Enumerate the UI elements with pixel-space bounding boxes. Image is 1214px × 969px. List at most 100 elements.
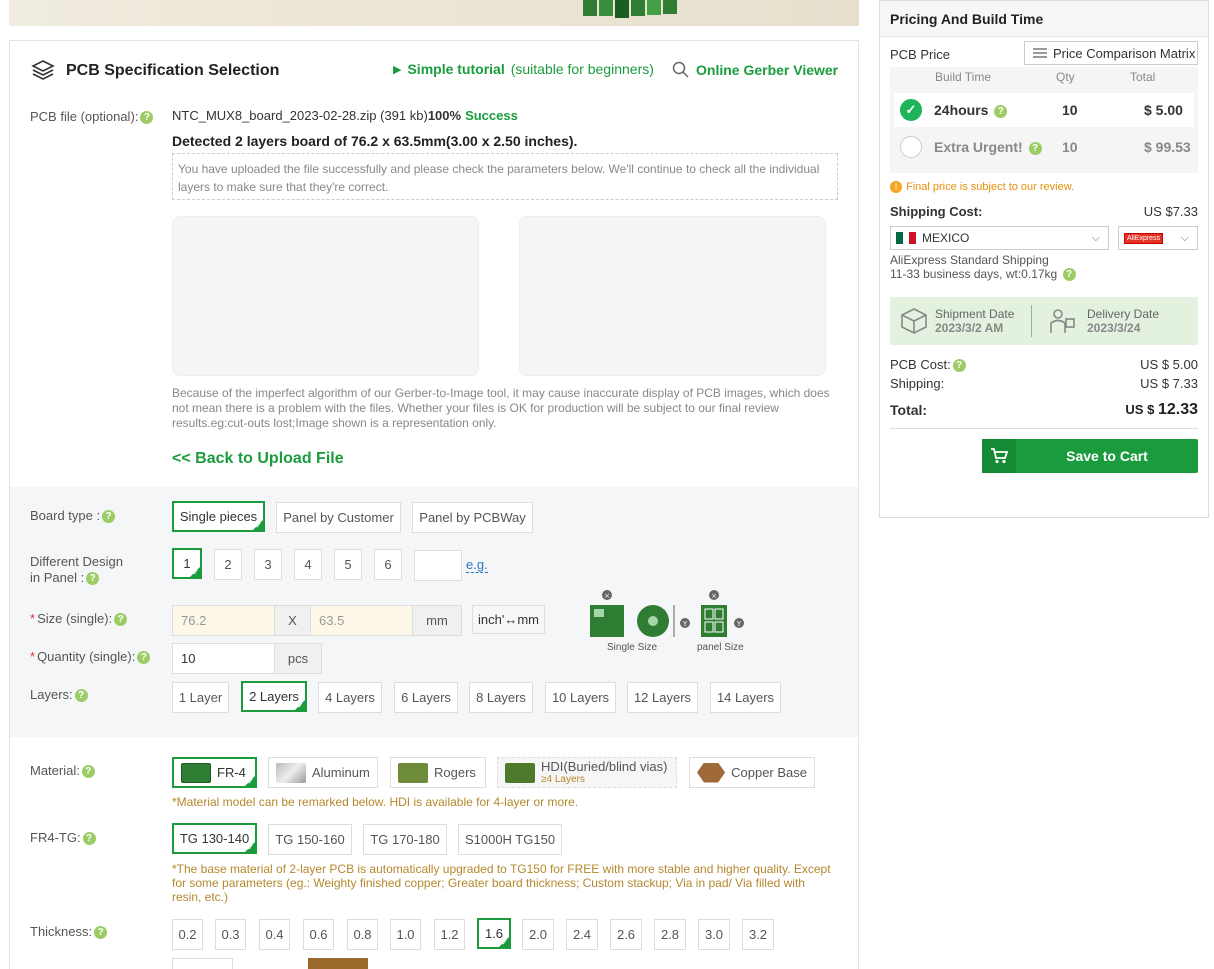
layers-option-10[interactable]: 10 Layers: [545, 682, 616, 713]
option-label: 0.8: [353, 927, 372, 942]
shipment-delivery-box: Shipment Date 2023/3/2 AM Delivery Date …: [890, 297, 1198, 345]
thickness-option[interactable]: 2.6: [610, 919, 642, 950]
thickness-illustration: [308, 958, 368, 969]
carrier-select[interactable]: AliExpress ⌵: [1118, 226, 1198, 250]
build-time-row-24h[interactable]: ✓ 24hours ? 10 $ 5.00: [894, 93, 1194, 127]
material-aluminum[interactable]: Aluminum: [268, 757, 378, 788]
thickness-option[interactable]: 1.2: [434, 919, 465, 950]
quantity-input[interactable]: 10: [172, 643, 275, 674]
design-count-5[interactable]: 5: [334, 549, 362, 580]
help-icon[interactable]: ?: [994, 104, 1008, 118]
option-label: 6: [384, 557, 392, 572]
thickness-option-partial[interactable]: [172, 958, 233, 969]
option-label: Rogers: [434, 765, 476, 780]
help-icon[interactable]: ?: [102, 510, 116, 524]
help-icon[interactable]: ?: [81, 765, 95, 779]
thickness-option[interactable]: 0.8: [347, 919, 378, 950]
pcb-stack-icon: [31, 60, 55, 80]
thickness-option[interactable]: 0.2: [172, 919, 203, 950]
inch-mm-convert-button[interactable]: inch'↔mm: [472, 605, 545, 634]
help-icon[interactable]: ?: [1062, 268, 1076, 282]
option-label: 2: [224, 557, 232, 572]
option-label: 3: [264, 557, 272, 572]
tg-option-170[interactable]: TG 170-180: [363, 824, 447, 855]
thickness-option[interactable]: 0.6: [303, 919, 334, 950]
design-count-4[interactable]: 4: [294, 549, 322, 580]
build-time-qty: 10: [1062, 102, 1078, 118]
layers-option-8[interactable]: 8 Layers: [469, 682, 533, 713]
thickness-option[interactable]: 3.0: [698, 919, 730, 950]
tg-option-130[interactable]: TG 130-140 ✓: [172, 823, 257, 854]
build-time-name-text: 24hours: [934, 102, 989, 118]
divider: [1031, 305, 1032, 337]
help-icon[interactable]: ?: [74, 689, 88, 703]
design-count-2[interactable]: 2: [214, 549, 242, 580]
thickness-option[interactable]: 1.0: [390, 919, 421, 950]
option-label: 2.4: [572, 927, 592, 942]
board-type-panel-customer[interactable]: Panel by Customer: [276, 502, 401, 533]
design-count-1[interactable]: 1 ✓: [172, 548, 202, 579]
build-time-name: 24hours ?: [934, 102, 1062, 118]
size-width-input[interactable]: 76.2: [172, 605, 275, 636]
material-hdi[interactable]: HDI(Buried/blind vias) ≥4 Layers: [497, 757, 677, 788]
gerber-viewer-link[interactable]: Online Gerber Viewer: [672, 61, 838, 78]
tg-option-150[interactable]: TG 150-160: [268, 824, 352, 855]
help-icon[interactable]: ?: [114, 613, 128, 627]
option-label: FR-4: [217, 765, 246, 780]
design-count-6[interactable]: 6: [374, 549, 402, 580]
save-to-cart-button[interactable]: Save to Cart: [982, 439, 1198, 473]
thickness-option[interactable]: 2.8: [654, 919, 686, 950]
layers-option-6[interactable]: 6 Layers: [394, 682, 458, 713]
col-build-time: Build Time: [935, 70, 992, 84]
thickness-option[interactable]: 0.3: [215, 919, 246, 950]
svg-text:Y: Y: [736, 620, 742, 628]
help-icon[interactable]: ?: [1028, 141, 1042, 155]
material-fr4[interactable]: FR-4 ✓: [172, 757, 257, 788]
total-currency: US $: [1125, 402, 1155, 417]
help-icon[interactable]: ?: [952, 359, 966, 373]
fr4-icon: [181, 762, 211, 783]
back-to-upload-link[interactable]: << Back to Upload File: [172, 450, 344, 468]
thickness-option-selected[interactable]: 1.6 ✓: [477, 918, 511, 949]
layers-option-1[interactable]: 1 Layer: [172, 682, 229, 713]
thickness-option[interactable]: 0.4: [259, 919, 290, 950]
hdi-icon: [505, 762, 535, 783]
layers-option-2[interactable]: 2 Layers ✓: [241, 681, 307, 712]
layers-option-12[interactable]: 12 Layers: [627, 682, 698, 713]
country-select[interactable]: MEXICO ⌵: [890, 226, 1109, 250]
board-type-panel-pcbway[interactable]: Panel by PCBWay: [412, 502, 533, 533]
size-height-input[interactable]: 63.5: [310, 605, 413, 636]
material-rogers[interactable]: Rogers: [390, 757, 486, 788]
board-type-single[interactable]: Single pieces ✓: [172, 501, 265, 532]
total-value: 12.33: [1157, 401, 1198, 418]
fr4-tg-note: *The base material of 2-layer PCB is aut…: [172, 862, 831, 904]
option-label: 5: [344, 557, 352, 572]
layers-option-4[interactable]: 4 Layers: [318, 682, 382, 713]
tutorial-link[interactable]: ▶ Simple tutorial (suitable for beginner…: [393, 61, 654, 77]
country-value: MEXICO: [922, 231, 970, 245]
build-time-row-urgent[interactable]: Extra Urgent! ? 10 $ 99.53: [894, 130, 1194, 164]
svg-text:×: ×: [604, 592, 610, 600]
file-name: NTC_MUX8_board_2023-02-28.zip (391 kb): [172, 108, 428, 123]
design-count-custom-input[interactable]: [414, 550, 462, 581]
layers-label: Layers:?: [30, 687, 88, 703]
help-icon[interactable]: ?: [140, 111, 154, 125]
thickness-option[interactable]: 3.2: [742, 919, 774, 950]
tg-option-s1000h[interactable]: S1000H TG150: [458, 824, 562, 855]
help-icon[interactable]: ?: [82, 832, 96, 846]
pcb-price-label: PCB Price: [890, 47, 950, 62]
thickness-option[interactable]: 2.0: [522, 919, 554, 950]
help-icon[interactable]: ?: [94, 926, 108, 940]
upload-notice: You have uploaded the file successfully …: [172, 153, 838, 200]
help-icon[interactable]: ?: [86, 572, 100, 586]
thickness-option[interactable]: 2.4: [566, 919, 598, 950]
material-copper-base[interactable]: Copper Base: [689, 757, 815, 788]
shipping-method: AliExpress Standard Shipping: [890, 253, 1049, 267]
fr4-tg-label: FR4-TG:?: [30, 830, 96, 846]
design-count-3[interactable]: 3: [254, 549, 282, 580]
eg-link[interactable]: e.g.: [466, 557, 488, 573]
help-icon[interactable]: ?: [137, 651, 151, 665]
price-matrix-button[interactable]: Price Comparison Matrix: [1024, 41, 1198, 65]
layers-option-14[interactable]: 14 Layers: [710, 682, 781, 713]
play-icon: ▶: [393, 63, 402, 76]
